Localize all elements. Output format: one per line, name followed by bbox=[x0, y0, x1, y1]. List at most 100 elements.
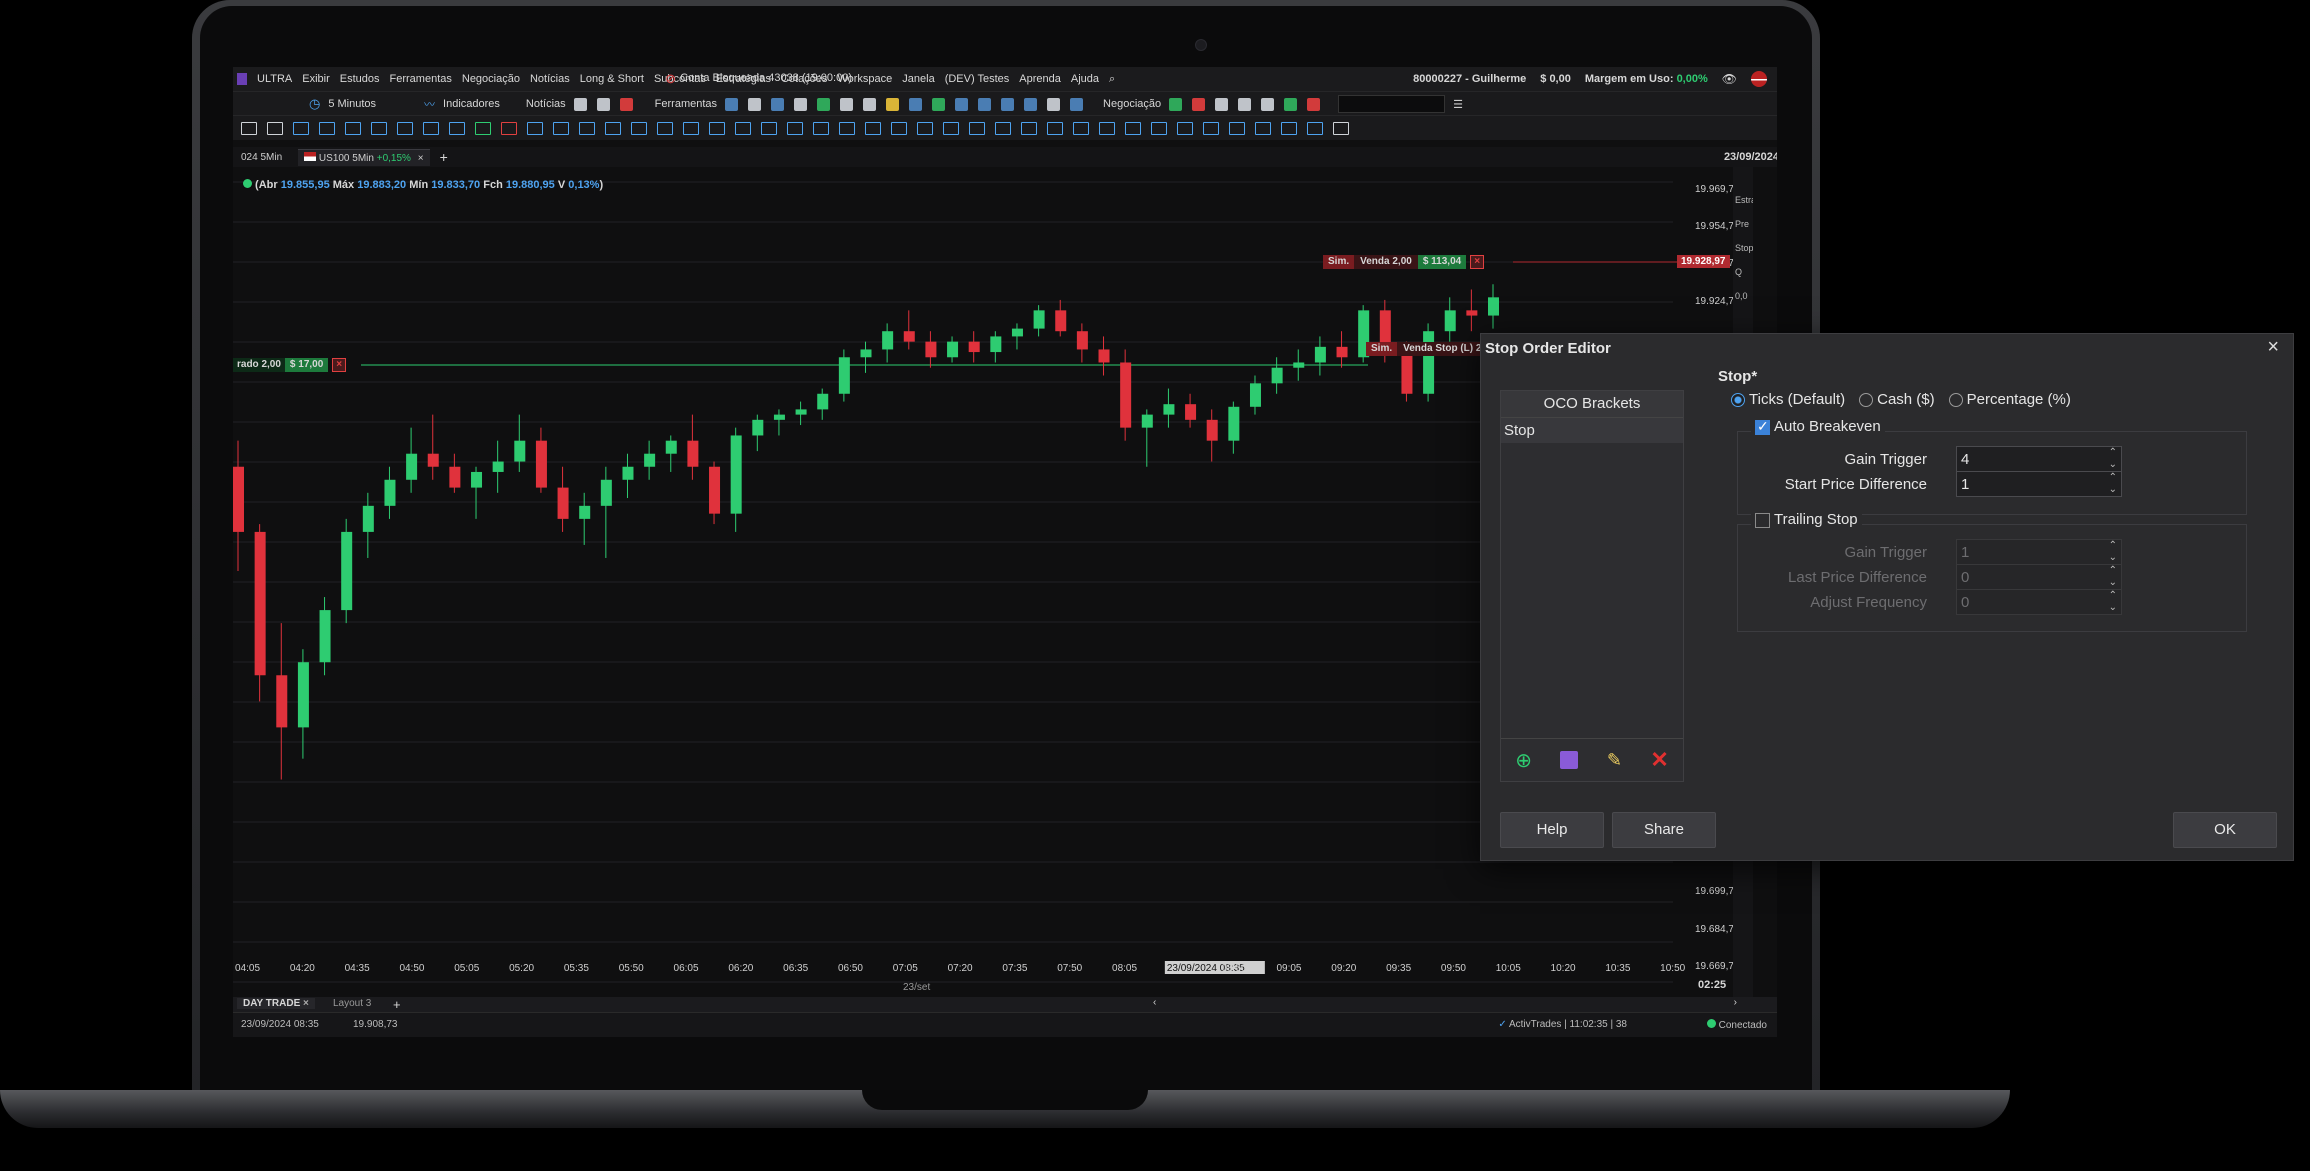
order-icon-4[interactable] bbox=[1307, 97, 1321, 111]
drawing-tool-icon[interactable] bbox=[553, 121, 569, 135]
menu-item[interactable]: Ferramentas bbox=[390, 73, 452, 85]
drawing-tool-icon[interactable] bbox=[475, 121, 491, 135]
drawing-tool-icon[interactable] bbox=[1333, 121, 1349, 135]
drawing-tool-icon[interactable] bbox=[917, 121, 933, 135]
tools-button[interactable]: Ferramentas bbox=[655, 98, 717, 110]
drawing-tool-icon[interactable] bbox=[1099, 121, 1115, 135]
drawing-tool-icon[interactable] bbox=[943, 121, 959, 135]
zoom-in-icon[interactable] bbox=[955, 97, 969, 111]
order-icon-1[interactable] bbox=[1215, 97, 1229, 111]
interval-select[interactable]: 5 Minutos bbox=[328, 98, 376, 110]
drawing-tool-icon[interactable] bbox=[1021, 121, 1037, 135]
auto-breakeven-checkbox[interactable]: Auto Breakeven bbox=[1751, 418, 1885, 435]
news-button[interactable]: Notícias bbox=[526, 98, 566, 110]
pie-icon[interactable] bbox=[1261, 97, 1275, 111]
edit-icon[interactable]: ✎ bbox=[1607, 750, 1622, 771]
buy-cancel-icon[interactable]: × bbox=[332, 358, 347, 372]
adjust-frequency-input[interactable]: 0 ⌃ ⌄ bbox=[1956, 589, 2122, 615]
drawing-tool-icon[interactable] bbox=[631, 121, 647, 135]
scroll-left-icon[interactable]: ‹ bbox=[1153, 997, 1156, 1008]
drawing-tool-icon[interactable] bbox=[345, 121, 361, 135]
delete-icon[interactable]: ✕ bbox=[1650, 747, 1668, 773]
search-icon[interactable]: ⌕ bbox=[1109, 73, 1115, 86]
tab-layout-3[interactable]: Layout 3 bbox=[333, 998, 371, 1009]
indicators-icon[interactable]: 〰 bbox=[424, 96, 435, 112]
alarm-icon[interactable] bbox=[863, 97, 877, 111]
layout-icon[interactable] bbox=[1070, 97, 1084, 111]
drawing-tool-icon[interactable] bbox=[1281, 121, 1297, 135]
drawing-tool-icon[interactable] bbox=[839, 121, 855, 135]
sell-cancel-icon[interactable]: × bbox=[1470, 255, 1485, 269]
menu-item[interactable]: Estudos bbox=[340, 73, 380, 85]
calendar-icon[interactable] bbox=[573, 97, 587, 111]
eye-icon[interactable]: 👁 bbox=[1722, 72, 1737, 86]
drawing-tool-icon[interactable] bbox=[397, 121, 413, 135]
account-select[interactable] bbox=[1338, 95, 1446, 113]
last-price-difference-input[interactable]: 0 ⌃ ⌄ bbox=[1956, 564, 2122, 590]
drawing-tool-icon[interactable] bbox=[1047, 121, 1063, 135]
drawing-tool-icon[interactable] bbox=[969, 121, 985, 135]
drawing-tool-icon[interactable] bbox=[1177, 121, 1193, 135]
drawing-tool-icon[interactable] bbox=[995, 121, 1011, 135]
buy-icon[interactable] bbox=[1169, 97, 1183, 111]
drawing-tool-icon[interactable] bbox=[527, 121, 543, 135]
trading-button[interactable]: Negociação bbox=[1103, 98, 1161, 110]
radio-percentage[interactable]: Percentage (%) bbox=[1948, 391, 2071, 408]
drawing-tool-icon[interactable] bbox=[579, 121, 595, 135]
zoom-reset-icon[interactable] bbox=[1024, 97, 1038, 111]
clock-icon[interactable]: ◷ bbox=[309, 96, 320, 112]
account-name[interactable]: 80000227 - Guilherme bbox=[1413, 73, 1526, 85]
close-icon[interactable]: × bbox=[2267, 336, 2279, 359]
tool-icon-6[interactable] bbox=[840, 97, 854, 111]
add-bracket-icon[interactable]: ⊕ bbox=[1515, 748, 1532, 773]
add-layout-icon[interactable]: + bbox=[393, 997, 401, 1012]
drawing-tool-icon[interactable] bbox=[761, 121, 777, 135]
tab-prev-chart[interactable]: 024 5Min bbox=[235, 150, 288, 165]
tab-day-trade[interactable]: DAY TRADE × bbox=[237, 998, 315, 1009]
drawing-tool-icon[interactable] bbox=[605, 121, 621, 135]
menu-item[interactable]: Janela bbox=[902, 73, 934, 85]
start-price-difference-input[interactable]: 1 ⌃ ⌄ bbox=[1956, 471, 2122, 497]
drawing-tool-icon[interactable] bbox=[709, 121, 725, 135]
drawing-tool-icon[interactable] bbox=[319, 121, 335, 135]
drawing-tool-icon[interactable] bbox=[1073, 121, 1089, 135]
drawing-tool-icon[interactable] bbox=[657, 121, 673, 135]
tool-icon-7[interactable] bbox=[886, 97, 900, 111]
sell-icon[interactable] bbox=[1192, 97, 1206, 111]
ts-gain-trigger-input[interactable]: 1 ⌃ ⌄ bbox=[1956, 539, 2122, 565]
news-alert-icon[interactable] bbox=[619, 97, 633, 111]
menu-item[interactable]: Aprenda bbox=[1019, 73, 1061, 85]
tool-icon-5[interactable] bbox=[817, 97, 831, 111]
buy-order-line[interactable]: rado 2,00 $ 17,00 × bbox=[233, 358, 347, 372]
drawing-tool-icon[interactable] bbox=[1125, 121, 1141, 135]
drawing-tool-icon[interactable] bbox=[423, 121, 439, 135]
trailing-stop-checkbox[interactable]: Trailing Stop bbox=[1751, 511, 1862, 528]
menu-item[interactable]: Notícias bbox=[530, 73, 570, 85]
sell-order-line[interactable]: Sim. Venda 2,00 $ 113,04 × bbox=[1323, 255, 1485, 269]
menu-item[interactable]: Negociação bbox=[462, 73, 520, 85]
drawing-tool-icon[interactable] bbox=[241, 121, 257, 135]
drawing-tool-icon[interactable] bbox=[683, 121, 699, 135]
order-icon-3[interactable] bbox=[1284, 97, 1298, 111]
drawing-tool-icon[interactable] bbox=[267, 121, 283, 135]
tool-icon-3[interactable] bbox=[771, 97, 785, 111]
save-icon[interactable] bbox=[1560, 751, 1579, 769]
zoom-out-icon[interactable] bbox=[978, 97, 992, 111]
drawing-tool-icon[interactable] bbox=[1255, 121, 1271, 135]
menu-item[interactable]: Exibir bbox=[302, 73, 330, 85]
menu-item[interactable]: (DEV) Testes bbox=[945, 73, 1010, 85]
radio-cash[interactable]: Cash ($) bbox=[1859, 391, 1935, 408]
add-tab-icon[interactable]: + bbox=[440, 149, 448, 165]
share-button[interactable]: Share bbox=[1612, 812, 1716, 848]
gain-trigger-input[interactable]: 4 ⌃ ⌄ bbox=[1956, 446, 2122, 472]
font-icon[interactable] bbox=[1047, 97, 1061, 111]
ok-button[interactable]: OK bbox=[2173, 812, 2277, 848]
tool-icon-2[interactable] bbox=[748, 97, 762, 111]
drawing-tool-icon[interactable] bbox=[1229, 121, 1245, 135]
grid-icon[interactable] bbox=[596, 97, 610, 111]
tool-icon-1[interactable] bbox=[725, 97, 739, 111]
zoom-fit-icon[interactable] bbox=[1001, 97, 1015, 111]
drawing-tool-icon[interactable] bbox=[865, 121, 881, 135]
tool-icon-9[interactable] bbox=[932, 97, 946, 111]
help-button[interactable]: Help bbox=[1500, 812, 1604, 848]
